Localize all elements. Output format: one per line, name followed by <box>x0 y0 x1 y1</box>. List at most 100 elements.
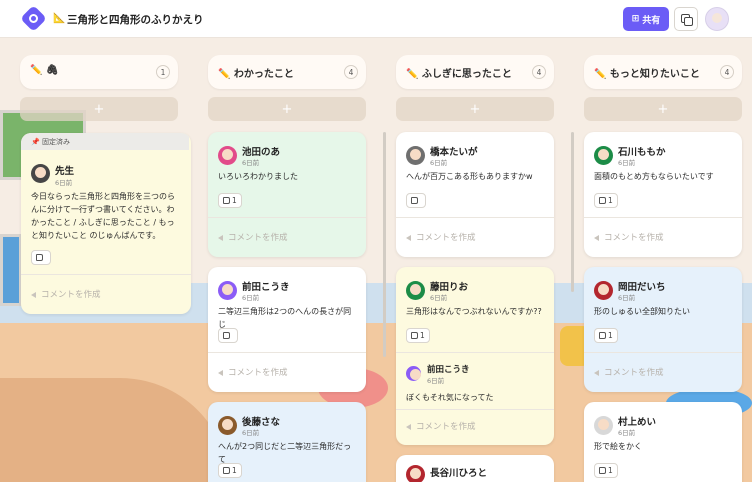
thumbs-up-icon <box>599 197 606 204</box>
post-card[interactable]: 池田のあ 6日前 いろいろわかりました 1 コメントを作成 <box>208 132 366 257</box>
reply-avatar <box>406 366 421 381</box>
comment-arrow-icon <box>218 369 223 376</box>
share-button-label: 共有 <box>642 15 661 26</box>
post-card-pinned[interactable]: 📌 固定済み 先生 6日前 今日ならった三角形と四角形を三つのらんに分けて一行ず… <box>21 133 191 314</box>
column-title: ✏️ ふしぎに思ったこと <box>406 69 512 80</box>
author-name: 石川ももか <box>618 147 666 158</box>
like-button[interactable]: 1 <box>218 193 242 208</box>
duplicate-button[interactable] <box>674 7 698 31</box>
author-name: 前田こうき <box>242 282 290 293</box>
author-name: 長谷川ひろと <box>430 468 488 479</box>
post-text: 形で絵をかく <box>594 442 642 451</box>
post-count-badge: 4 <box>532 65 546 79</box>
pinned-bar: 📌 固定済み <box>21 133 189 150</box>
comment-arrow-icon <box>594 234 599 241</box>
author-name: 橋本たいが <box>430 147 478 158</box>
like-button[interactable]: 1 <box>594 193 618 208</box>
post-card[interactable]: 前田こうき 6日前 二等辺三角形は2つのへんの長さが同じ コメントを作成 <box>208 267 366 392</box>
like-button[interactable]: 1 <box>406 328 430 343</box>
comment-arrow-icon <box>31 291 36 298</box>
column-header[interactable]: ✏️ 🖇 1 <box>20 55 178 89</box>
like-button[interactable] <box>31 250 51 265</box>
like-button[interactable]: 1 <box>594 328 618 343</box>
post-card[interactable]: 長谷川ひろと <box>396 455 554 482</box>
comment-input[interactable]: コメントを作成 <box>31 288 101 300</box>
thumbs-up-icon <box>36 254 43 261</box>
share-button[interactable]: ⊞ 共有 <box>623 7 669 31</box>
comment-input[interactable]: コメントを作成 <box>406 420 476 432</box>
comment-input[interactable]: コメントを作成 <box>594 366 664 378</box>
triangle-ruler-icon: 📐 <box>53 13 66 24</box>
avatar <box>406 281 425 300</box>
avatar <box>594 416 613 435</box>
like-count: 1 <box>608 331 613 340</box>
thumbs-up-icon <box>223 197 230 204</box>
comment-arrow-icon <box>406 423 411 430</box>
timestamp: 6日前 <box>618 429 636 437</box>
column-title: ✏️ 🖇 <box>30 65 59 76</box>
post-card[interactable]: 村上めい 6日前 形で絵をかく 1 <box>584 402 742 482</box>
comment-input[interactable]: コメントを作成 <box>406 231 476 243</box>
post-card[interactable]: 藤田りお 6日前 三角形はなんでつぶれないんですか?? 1 前田こうき 6日前 … <box>396 267 554 445</box>
avatar <box>218 281 237 300</box>
post-card[interactable]: 橋本たいが 6日前 へんが百万こある形もありますかw コメントを作成 <box>396 132 554 257</box>
post-text: 今日ならった三角形と四角形を三つのらんに分けて一行ずつ書いてください。わかったこ… <box>31 192 175 240</box>
timestamp: 6日前 <box>242 294 260 302</box>
post-count-badge: 4 <box>344 65 358 79</box>
like-count: 1 <box>608 196 613 205</box>
post-count-badge: 4 <box>720 65 734 79</box>
column-header[interactable]: ✏️ もっと知りたいこと 4 <box>584 55 742 89</box>
like-button[interactable] <box>218 328 238 343</box>
author-name: 岡田だいち <box>618 282 666 293</box>
author-name: 藤田りお <box>430 282 469 293</box>
column-header[interactable]: ✏️ ふしぎに思ったこと 4 <box>396 55 554 89</box>
timestamp: 6日前 <box>242 159 260 167</box>
column-title: ✏️ もっと知りたいこと <box>594 69 700 80</box>
post-card[interactable]: 石川ももか 6日前 面積のもとめ方もならいたいです 1 コメントを作成 <box>584 132 742 257</box>
app-logo-icon[interactable] <box>20 5 47 32</box>
avatar <box>31 164 50 183</box>
comment-arrow-icon <box>218 234 223 241</box>
timestamp: 6日前 <box>55 179 73 187</box>
timestamp: 6日前 <box>618 159 636 167</box>
board-title[interactable]: 三角形と四角形のふりかえり <box>67 12 204 27</box>
like-button[interactable] <box>406 193 426 208</box>
post-card[interactable]: 岡田だいち 6日前 形のしゅるい全部知りたい 1 コメントを作成 <box>584 267 742 392</box>
user-avatar[interactable] <box>705 7 729 31</box>
add-post-button[interactable]: + <box>208 97 366 121</box>
post-text: 面積のもとめ方もならいたいです <box>594 172 714 181</box>
like-button[interactable]: 1 <box>218 463 242 478</box>
add-post-button[interactable]: + <box>20 97 178 121</box>
comment-input[interactable]: コメントを作成 <box>594 231 664 243</box>
like-count: 1 <box>420 331 425 340</box>
reply-author-name: 前田こうき <box>427 365 470 375</box>
add-post-button[interactable]: + <box>584 97 742 121</box>
add-post-button[interactable]: + <box>396 97 554 121</box>
avatar <box>594 146 613 165</box>
like-count: 1 <box>608 466 613 475</box>
timestamp: 6日前 <box>242 429 260 437</box>
comment-arrow-icon <box>594 369 599 376</box>
thumbs-up-icon <box>599 332 606 339</box>
column-header[interactable]: ✏️ わかったこと 4 <box>208 55 366 89</box>
like-count: 1 <box>232 196 237 205</box>
like-button[interactable]: 1 <box>594 463 618 478</box>
column-scrollbar[interactable] <box>383 132 386 357</box>
timestamp: 6日前 <box>430 159 448 167</box>
like-count: 1 <box>232 466 237 475</box>
window-illustration <box>0 234 22 306</box>
column-scrollbar[interactable] <box>571 132 574 292</box>
reply-text: ぼくもそれ気になってた <box>406 393 494 402</box>
post-card[interactable]: 後藤さな 6日前 へんが2つ同じだと二等辺三角形だって 1 <box>208 402 366 482</box>
post-text: いろいろわかりました <box>218 172 298 181</box>
avatar <box>406 465 425 482</box>
thumbs-up-icon <box>599 467 606 474</box>
comment-arrow-icon <box>406 234 411 241</box>
comment-input[interactable]: コメントを作成 <box>218 366 288 378</box>
author-name: 村上めい <box>618 417 657 428</box>
author-name: 池田のあ <box>242 147 281 158</box>
column-title: ✏️ わかったこと <box>218 69 294 80</box>
avatar <box>218 416 237 435</box>
comment-input[interactable]: コメントを作成 <box>218 231 288 243</box>
post-text: 形のしゅるい全部知りたい <box>594 307 690 316</box>
